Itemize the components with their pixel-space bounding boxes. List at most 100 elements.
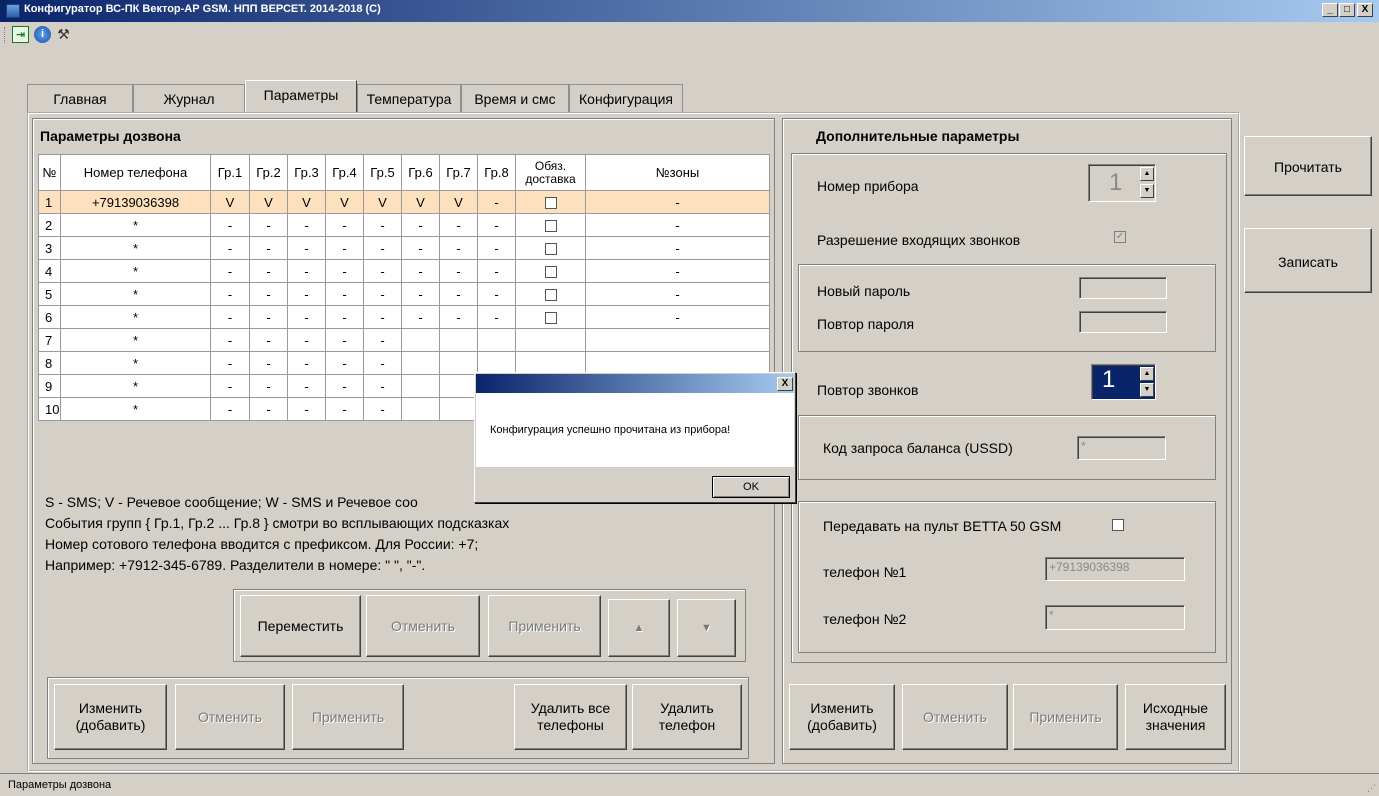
delete-all-button[interactable]: Удалить все телефоны (514, 684, 627, 750)
move-button[interactable]: Переместить (240, 595, 361, 657)
group-cell: - (210, 213, 250, 237)
col-header: Гр.3 (287, 154, 326, 191)
table-row[interactable]: 6 * - - - - - - - - - (38, 305, 770, 329)
row-number: 9 (38, 374, 61, 398)
group-cell (401, 328, 440, 352)
spin-up-icon[interactable]: ▲ (1140, 167, 1154, 181)
move-down-button[interactable]: ▼ (677, 599, 736, 657)
call-repeat-value: 1 (1102, 366, 1116, 393)
delivery-checkbox[interactable] (544, 220, 557, 233)
tab-time-sms[interactable]: Время и смс (461, 84, 569, 112)
group-cell (439, 374, 478, 398)
window-title: Конфигуратор ВС-ПК Вектор-АР GSM. НПП ВЕ… (24, 3, 381, 15)
resize-grip-icon[interactable]: ⋰ (1367, 783, 1376, 794)
group-cell: - (325, 328, 364, 352)
group-cell: V (325, 190, 364, 214)
incoming-calls-checkbox[interactable]: ✓ (1114, 231, 1126, 243)
delivery-checkbox[interactable] (544, 289, 557, 302)
dialog-ok-button[interactable]: OK (712, 476, 790, 498)
group-cell: V (249, 190, 288, 214)
minimize-button[interactable]: _ (1322, 3, 1338, 17)
write-button[interactable]: Записать (1244, 228, 1372, 293)
maximize-button[interactable]: □ (1339, 3, 1355, 17)
zone-cell: - (585, 282, 770, 306)
delivery-cell (515, 305, 586, 329)
tab-parameters[interactable]: Параметры (245, 80, 357, 112)
phone1-field[interactable]: +79139036398 (1045, 557, 1185, 581)
move-cancel-button[interactable]: Отменить (366, 595, 480, 657)
group-cell: - (325, 374, 364, 398)
dialog-title-bar (476, 374, 794, 393)
repeat-password-label: Повтор пароля (817, 316, 915, 332)
close-button[interactable]: X (1357, 3, 1373, 17)
group-cell: - (249, 328, 288, 352)
call-repeat-label: Повтор звонков (817, 382, 919, 398)
group-cell: V (287, 190, 326, 214)
status-bar: Параметры дозвона ⋰ (0, 773, 1379, 796)
read-button[interactable]: Прочитать (1244, 136, 1372, 196)
group-cell: - (439, 305, 478, 329)
group-cell: - (210, 397, 250, 421)
edit-phone-button[interactable]: Изменить (добавить) (54, 684, 167, 750)
spin-up-icon[interactable]: ▲ (1140, 367, 1154, 381)
tab-main[interactable]: Главная (27, 84, 133, 112)
group-cell: - (249, 397, 288, 421)
phone2-field[interactable]: * (1045, 605, 1185, 630)
device-number-spinner[interactable]: 1 ▲ ▼ (1088, 164, 1156, 202)
group-cell: - (325, 397, 364, 421)
row-number: 1 (38, 190, 61, 214)
tab-temperature[interactable]: Температура (357, 84, 461, 112)
group-cell (401, 374, 440, 398)
defaults-label-2: значения (1145, 717, 1206, 733)
delete-phone-button[interactable]: Удалить телефон (632, 684, 742, 750)
delivery-checkbox[interactable] (544, 266, 557, 279)
new-password-field[interactable] (1079, 277, 1167, 299)
delivery-checkbox[interactable] (544, 243, 557, 256)
tab-temperature-label: Температура (366, 91, 452, 107)
extra-edit-button[interactable]: Изменить (добавить) (789, 684, 895, 750)
defaults-button[interactable]: Исходные значения (1125, 684, 1226, 750)
spin-down-icon[interactable]: ▼ (1140, 383, 1154, 397)
edit-apply-button[interactable]: Применить (292, 684, 404, 750)
group-cell: - (477, 190, 516, 214)
table-row[interactable]: 1 +79139036398 V V V V V V V - - (38, 190, 770, 214)
move-apply-button[interactable]: Применить (488, 595, 601, 657)
zone-cell: - (585, 259, 770, 283)
move-up-button[interactable]: ▲ (608, 599, 670, 657)
table-row[interactable]: 4 * - - - - - - - - - (38, 259, 770, 283)
delete-all-label-1: Удалить все (530, 700, 611, 716)
message-dialog: X Конфигурация успешно прочитана из приб… (474, 372, 796, 503)
table-row[interactable]: 2 * - - - - - - - - - (38, 213, 770, 237)
arrow-up-icon: ▲ (633, 621, 645, 634)
app-icon (6, 4, 20, 18)
delivery-checkbox[interactable] (544, 197, 557, 210)
delivery-checkbox[interactable] (544, 312, 557, 325)
tab-journal[interactable]: Журнал (133, 84, 245, 112)
table-row[interactable]: 3 * - - - - - - - - - (38, 236, 770, 260)
table-row[interactable]: 7 * - - - - - (38, 328, 770, 352)
extra-apply-button[interactable]: Применить (1013, 684, 1118, 750)
group-cell: - (439, 259, 478, 283)
tab-main-label: Главная (53, 91, 107, 107)
ussd-field[interactable]: * (1077, 436, 1166, 460)
exit-icon[interactable]: ⇥ (12, 26, 29, 43)
dialog-close-button[interactable]: X (777, 377, 793, 391)
group-cell: - (439, 282, 478, 306)
tab-configuration[interactable]: Конфигурация (569, 84, 683, 112)
info-icon[interactable]: i (34, 26, 51, 43)
edit-cancel-button[interactable]: Отменить (175, 684, 285, 750)
extra-cancel-button[interactable]: Отменить (902, 684, 1008, 750)
call-repeat-spinner[interactable]: 1 ▲ ▼ (1091, 364, 1156, 400)
table-row[interactable]: 5 * - - - - - - - - - (38, 282, 770, 306)
repeat-password-field[interactable] (1079, 311, 1167, 333)
phone1-label: телефон №1 (823, 564, 907, 580)
group-cell: - (363, 259, 402, 283)
tools-icon[interactable]: ⚒ (55, 26, 72, 43)
group-cell (439, 328, 478, 352)
group-cell: - (287, 397, 326, 421)
delivery-cell (515, 328, 586, 352)
phone-number-cell: * (60, 305, 211, 329)
betta-checkbox[interactable] (1112, 519, 1124, 531)
col-header: Обяз. доставка (515, 154, 586, 191)
spin-down-icon[interactable]: ▼ (1140, 184, 1154, 198)
